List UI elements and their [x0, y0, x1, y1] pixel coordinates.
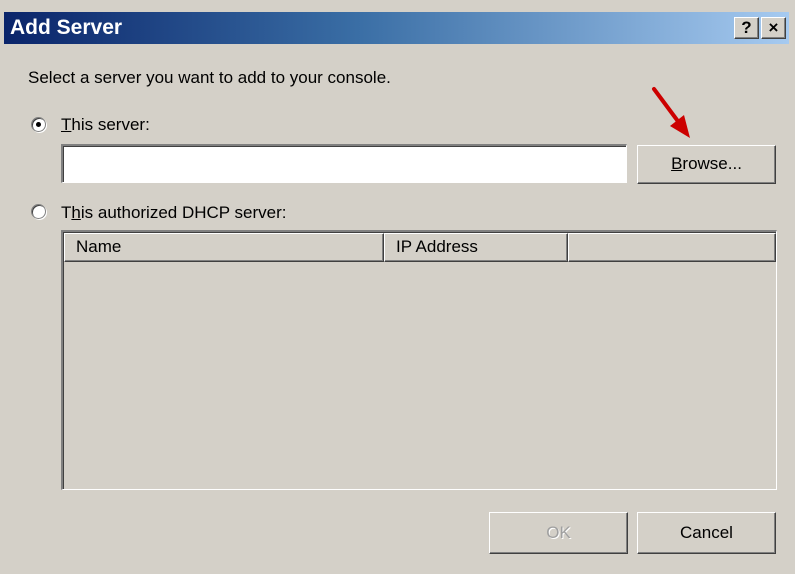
authorized-dhcp-label[interactable]: This authorized DHCP server: [61, 203, 287, 223]
label-text: his server: [71, 115, 150, 134]
add-server-dialog: Add Server ? × Select a server you want … [0, 0, 795, 574]
radio-selected-dot [36, 122, 41, 127]
access-key: T [61, 115, 72, 134]
column-header-ip-address[interactable]: IP Address [384, 233, 568, 262]
this-server-radio[interactable] [31, 117, 46, 132]
browse-button[interactable]: Browse... [637, 145, 776, 184]
instruction-text: Select a server you want to add to your … [28, 68, 391, 87]
access-key: h [71, 203, 81, 222]
cancel-button[interactable]: Cancel [637, 512, 776, 554]
list-header: Name IP Address [64, 233, 776, 262]
label-text: is authorized DHCP server: [80, 203, 287, 222]
ok-button[interactable]: OK [489, 512, 628, 554]
window-title: Add Server [10, 16, 123, 39]
access-key: B [671, 154, 683, 173]
column-header-empty[interactable] [568, 233, 776, 262]
help-button[interactable]: ? [734, 17, 759, 39]
authorized-servers-list[interactable]: Name IP Address [61, 230, 777, 490]
column-header-name[interactable]: Name [64, 233, 384, 262]
authorized-dhcp-radio[interactable] [31, 204, 46, 219]
server-name-input[interactable] [61, 144, 627, 183]
label-prefix: T [61, 203, 72, 222]
title-bar[interactable]: Add Server ? × [4, 12, 789, 44]
this-server-label[interactable]: This server: [61, 115, 150, 135]
button-label: rowse... [682, 154, 742, 173]
close-button[interactable]: × [761, 17, 786, 39]
annotation-arrow-icon [652, 87, 690, 138]
